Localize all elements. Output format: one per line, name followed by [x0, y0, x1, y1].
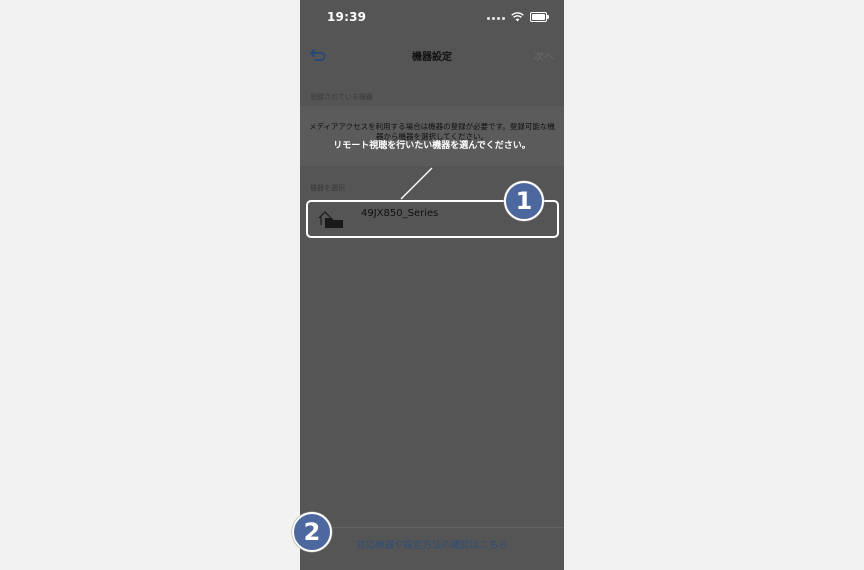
select-device-header: 機器を選択 [310, 184, 345, 192]
battery-icon [530, 12, 549, 22]
step-badge-1: 1 [504, 181, 544, 221]
registration-info-text: メディアアクセスを利用する場合は機器の登録が必要です。登録可能な機器から機器を選… [309, 122, 555, 141]
footer: 対応機器や設定方法の確認はこちら [300, 527, 564, 570]
navigation-bar: 機器設定 次へ [300, 40, 564, 70]
phone-screen: 19:39 機器設定 次へ 登録されている機器 メディアアクセスを利用する場合は… [300, 0, 564, 570]
wifi-icon [511, 12, 524, 22]
step-badge-2: 2 [292, 512, 332, 552]
device-name: 49JX850_Series [361, 208, 439, 219]
status-icons [487, 11, 549, 23]
callout-pointer-line [400, 167, 433, 200]
registered-devices-header: 登録されている機器 [310, 93, 373, 101]
next-button[interactable]: 次へ [534, 48, 554, 63]
callout-text: リモート視聴を行いたい機器を選んでください。 [333, 141, 531, 151]
registration-info-box: メディアアクセスを利用する場合は機器の登録が必要です。登録可能な機器から機器を選… [300, 106, 564, 166]
cellular-signal-icon [487, 14, 505, 20]
status-bar: 19:39 [300, 0, 564, 36]
home-folder-icon [318, 211, 343, 228]
page-title: 機器設定 [412, 52, 452, 63]
status-time: 19:39 [327, 10, 367, 24]
supported-devices-link[interactable]: 対応機器や設定方法の確認はこちら [300, 537, 564, 551]
